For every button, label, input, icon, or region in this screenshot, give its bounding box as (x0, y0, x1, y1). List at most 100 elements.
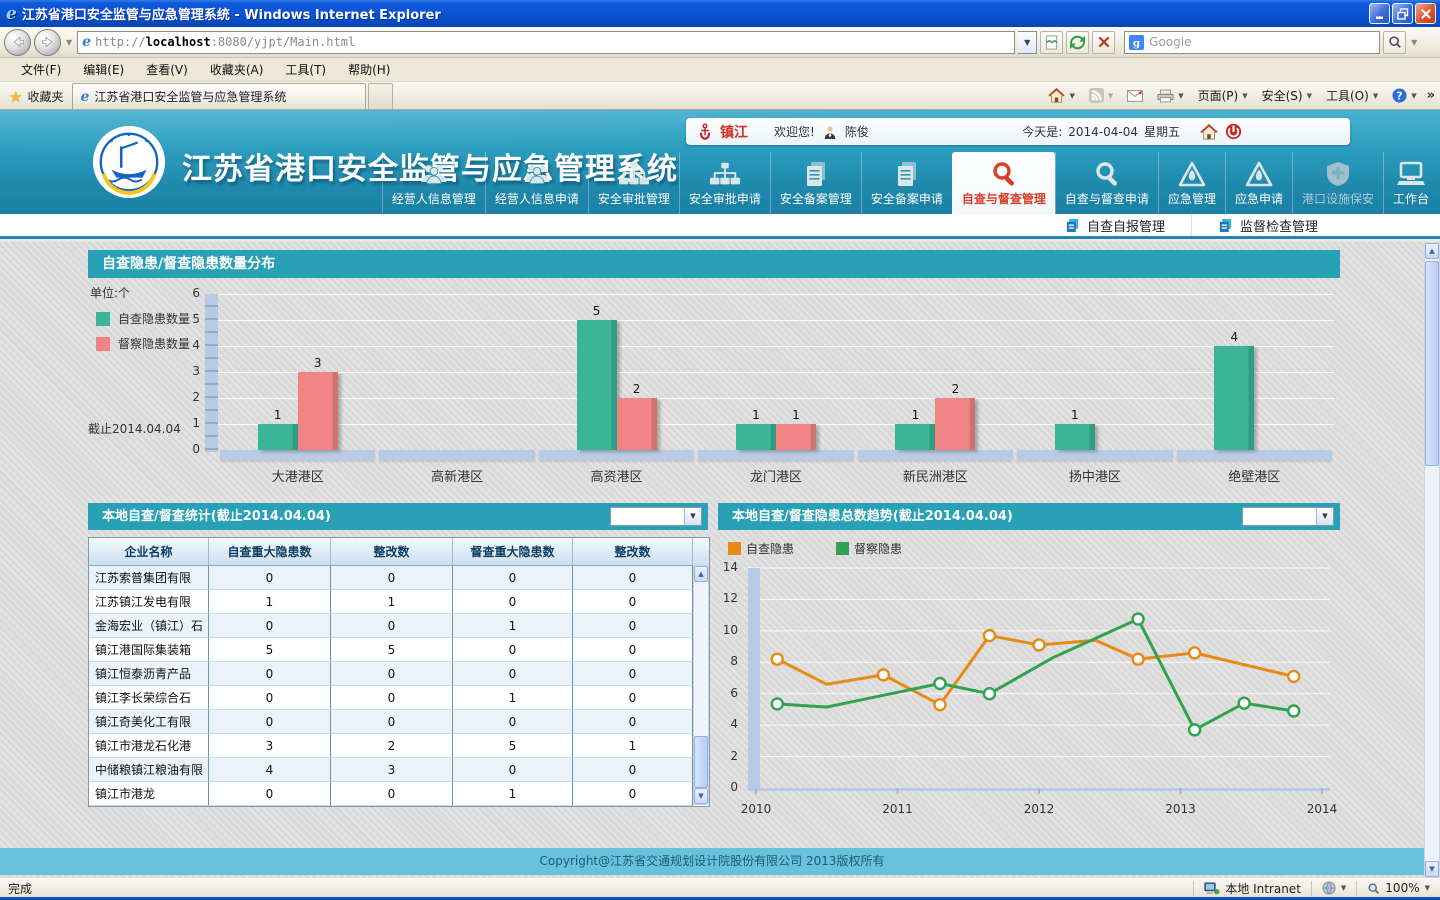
home-shortcut-button[interactable] (1200, 123, 1218, 141)
table-row[interactable]: 镇江奇美化工有限0000 (89, 710, 709, 734)
welcome-label: 欢迎您! (774, 123, 815, 140)
gridline (218, 294, 1334, 295)
search-go-button[interactable] (1383, 31, 1406, 54)
compatibility-view-button[interactable] (1040, 31, 1063, 54)
table-row[interactable]: 镇江恒泰沥青产品0000 (89, 662, 709, 686)
sub-menu-item[interactable]: 监督检查管理 (1191, 214, 1344, 236)
workstation-icon (1396, 161, 1426, 187)
scroll-up-icon[interactable]: ▲ (694, 566, 708, 582)
cell-value: 0 (453, 638, 573, 662)
nav-item[interactable]: 工作台 (1383, 152, 1438, 214)
cell-value: 5 (453, 734, 573, 758)
table-row[interactable]: 金海宏业（镇江）石0010 (89, 614, 709, 638)
cell-value: 0 (453, 758, 573, 782)
tools-menu-button[interactable]: 工具(O)▼ (1320, 84, 1384, 107)
table-row[interactable]: 江苏索普集团有限0000 (89, 566, 709, 590)
chevron-down-icon[interactable]: ▼ (684, 508, 701, 525)
main-navigation: 经营人信息管理经营人信息申请安全审批管理安全审批申请安全备案管理安全备案申请自查… (382, 152, 1438, 214)
column-header[interactable]: 督查重大隐患数 (453, 538, 573, 565)
new-tab-button[interactable] (368, 83, 393, 109)
table-row[interactable]: 镇江李长荣综合石0010 (89, 686, 709, 710)
close-button[interactable] (1415, 3, 1436, 24)
forward-button[interactable] (34, 29, 61, 56)
zoom-control[interactable]: 100% ▼ (1356, 881, 1440, 896)
table-row[interactable]: 江苏镇江发电有限1100 (89, 590, 709, 614)
column-header[interactable]: 整改数 (331, 538, 453, 565)
scroll-down-icon[interactable]: ▼ (1425, 861, 1439, 877)
scroll-down-icon[interactable]: ▼ (694, 788, 708, 804)
y-axis-tick: 2 (176, 390, 200, 404)
address-dropdown-button[interactable]: ▼ (1018, 31, 1037, 54)
column-header[interactable]: 企业名称 (89, 538, 209, 565)
refresh-button[interactable] (1066, 31, 1089, 54)
page-scrollbar[interactable]: ▲ ▼ (1424, 242, 1440, 878)
nav-item[interactable]: 应急管理 (1158, 152, 1225, 214)
scrollbar-thumb[interactable] (694, 736, 708, 788)
line-filter-select[interactable]: ▼ (1242, 507, 1334, 526)
protected-mode-button[interactable]: ▼ (1311, 881, 1356, 896)
scroll-up-icon[interactable]: ▲ (1425, 243, 1439, 259)
sub-menu-item[interactable]: 自查自报管理 (1039, 214, 1191, 236)
feeds-button[interactable]: ▼ (1083, 85, 1119, 106)
scrollbar-thumb[interactable] (1425, 261, 1439, 466)
menubar-item[interactable]: 工具(T) (274, 58, 337, 81)
home-button[interactable]: ▼ (1042, 85, 1080, 106)
stop-button[interactable] (1092, 31, 1115, 54)
menubar-item[interactable]: 查看(V) (135, 58, 199, 81)
table-row[interactable]: 镇江市港龙石化港3251 (89, 734, 709, 758)
bar-self-inspection (736, 424, 776, 450)
nav-item[interactable]: 应急申请 (1225, 152, 1292, 214)
nav-item[interactable]: 港口设施保安 (1292, 152, 1383, 214)
favorites-button[interactable]: ★ 收藏夹 (0, 84, 72, 109)
x-axis-segment (379, 450, 534, 460)
overflow-chevron-icon[interactable]: » (1425, 88, 1437, 103)
search-options-dropdown-icon[interactable]: ▼ (1411, 38, 1417, 47)
read-mail-button[interactable] (1121, 87, 1149, 105)
shield-icon (1323, 161, 1353, 187)
print-button[interactable]: ▼ (1151, 86, 1189, 106)
table-filter-select[interactable]: ▼ (610, 507, 702, 526)
nav-item[interactable]: 经营人信息管理 (382, 152, 485, 214)
minimize-button[interactable] (1369, 3, 1390, 24)
search-input[interactable]: g Google (1124, 31, 1380, 54)
cell-value: 1 (453, 782, 573, 806)
chevron-down-icon[interactable]: ▼ (1316, 508, 1333, 525)
back-button[interactable] (4, 29, 31, 56)
table-scrollbar[interactable]: ▲▼ (693, 565, 709, 805)
safety-menu-button[interactable]: 安全(S)▼ (1256, 84, 1318, 107)
menubar-item[interactable]: 编辑(E) (72, 58, 135, 81)
help-button[interactable]: ?▼ (1386, 85, 1422, 106)
logout-button[interactable] (1224, 123, 1242, 141)
cell-value: 3 (209, 734, 331, 758)
nav-item[interactable]: 安全审批申请 (679, 152, 770, 214)
address-input[interactable]: e http://localhost:8080/yjpt/Main.html (77, 31, 1015, 54)
column-header[interactable]: 自查重大隐患数 (209, 538, 331, 565)
page-menu-button[interactable]: 页面(P)▼ (1192, 84, 1254, 107)
cell-company-name: 镇江港国际集装箱 (89, 638, 209, 662)
nav-item[interactable]: 安全备案管理 (770, 152, 861, 214)
menubar-item[interactable]: 收藏夹(A) (199, 58, 275, 81)
cell-value: 0 (331, 614, 453, 638)
line-plot (742, 562, 1336, 798)
nav-item[interactable]: 安全审批管理 (588, 152, 679, 214)
table-row[interactable]: 中储粮镇江粮油有限4300 (89, 758, 709, 782)
nav-item[interactable]: 自查与督查申请 (1055, 152, 1158, 214)
menubar-item[interactable]: 文件(F) (10, 58, 72, 81)
bar-value-label: 1 (736, 408, 776, 422)
menubar-item[interactable]: 帮助(H) (337, 58, 401, 81)
nav-item[interactable]: 安全备案申请 (861, 152, 952, 214)
table-row[interactable]: 镇江市港龙0010 (89, 782, 709, 806)
browser-tab[interactable]: e 江苏省港口安全监管与应急管理系统 (72, 83, 366, 109)
history-dropdown-icon[interactable]: ▼ (66, 38, 72, 47)
globe-icon (1322, 881, 1336, 895)
nav-item[interactable]: 经营人信息申请 (485, 152, 588, 214)
address-path: :8080/yjpt/Main.html (211, 35, 356, 49)
restore-button[interactable] (1392, 3, 1413, 24)
chart-footnote: 截止2014.04.04 (88, 420, 181, 437)
gridline (218, 320, 1334, 321)
table-row[interactable]: 镇江港国际集装箱5500 (89, 638, 709, 662)
column-header[interactable]: 整改数 (573, 538, 693, 565)
nav-item[interactable]: 自查与督查管理 (952, 152, 1055, 214)
nav-item-label: 安全审批申请 (689, 190, 761, 207)
window-titlebar: e 江苏省港口安全监管与应急管理系统 - Windows Internet Ex… (0, 0, 1440, 27)
